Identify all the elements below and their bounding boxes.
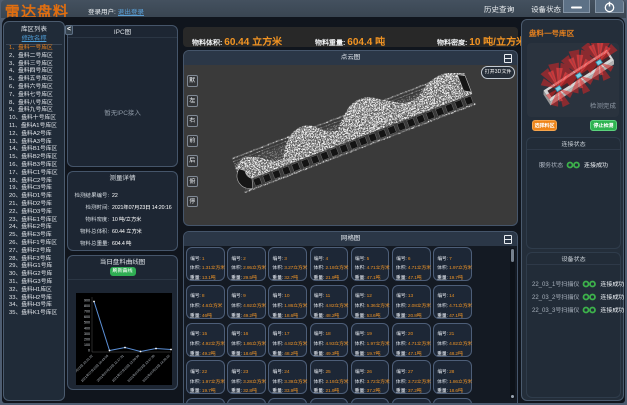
svg-text:2021年07月23日 14:20:16: 2021年07月23日 14:20:16 xyxy=(142,354,171,383)
svg-text:600: 600 xyxy=(84,315,90,319)
svg-text:800: 800 xyxy=(84,304,90,308)
svg-text:100: 100 xyxy=(84,343,90,347)
svg-text:300: 300 xyxy=(84,332,90,336)
svg-text:900: 900 xyxy=(84,299,90,303)
svg-text:700: 700 xyxy=(84,310,90,314)
svg-text:2021年07月23日 10:43:58: 2021年07月23日 10:43:58 xyxy=(80,354,109,383)
svg-text:2021年07月23日 12:28:30: 2021年07月23日 12:28:30 xyxy=(111,354,140,383)
svg-text:200: 200 xyxy=(84,337,90,341)
svg-text:2021年07月23日 13:47:39: 2021年07月23日 13:47:39 xyxy=(127,354,156,383)
svg-text:2021年07月23日 11:17:31: 2021年07月23日 11:17:31 xyxy=(96,354,125,383)
svg-text:0: 0 xyxy=(88,348,90,352)
svg-text:400: 400 xyxy=(84,326,90,330)
svg-text:500: 500 xyxy=(84,321,90,325)
